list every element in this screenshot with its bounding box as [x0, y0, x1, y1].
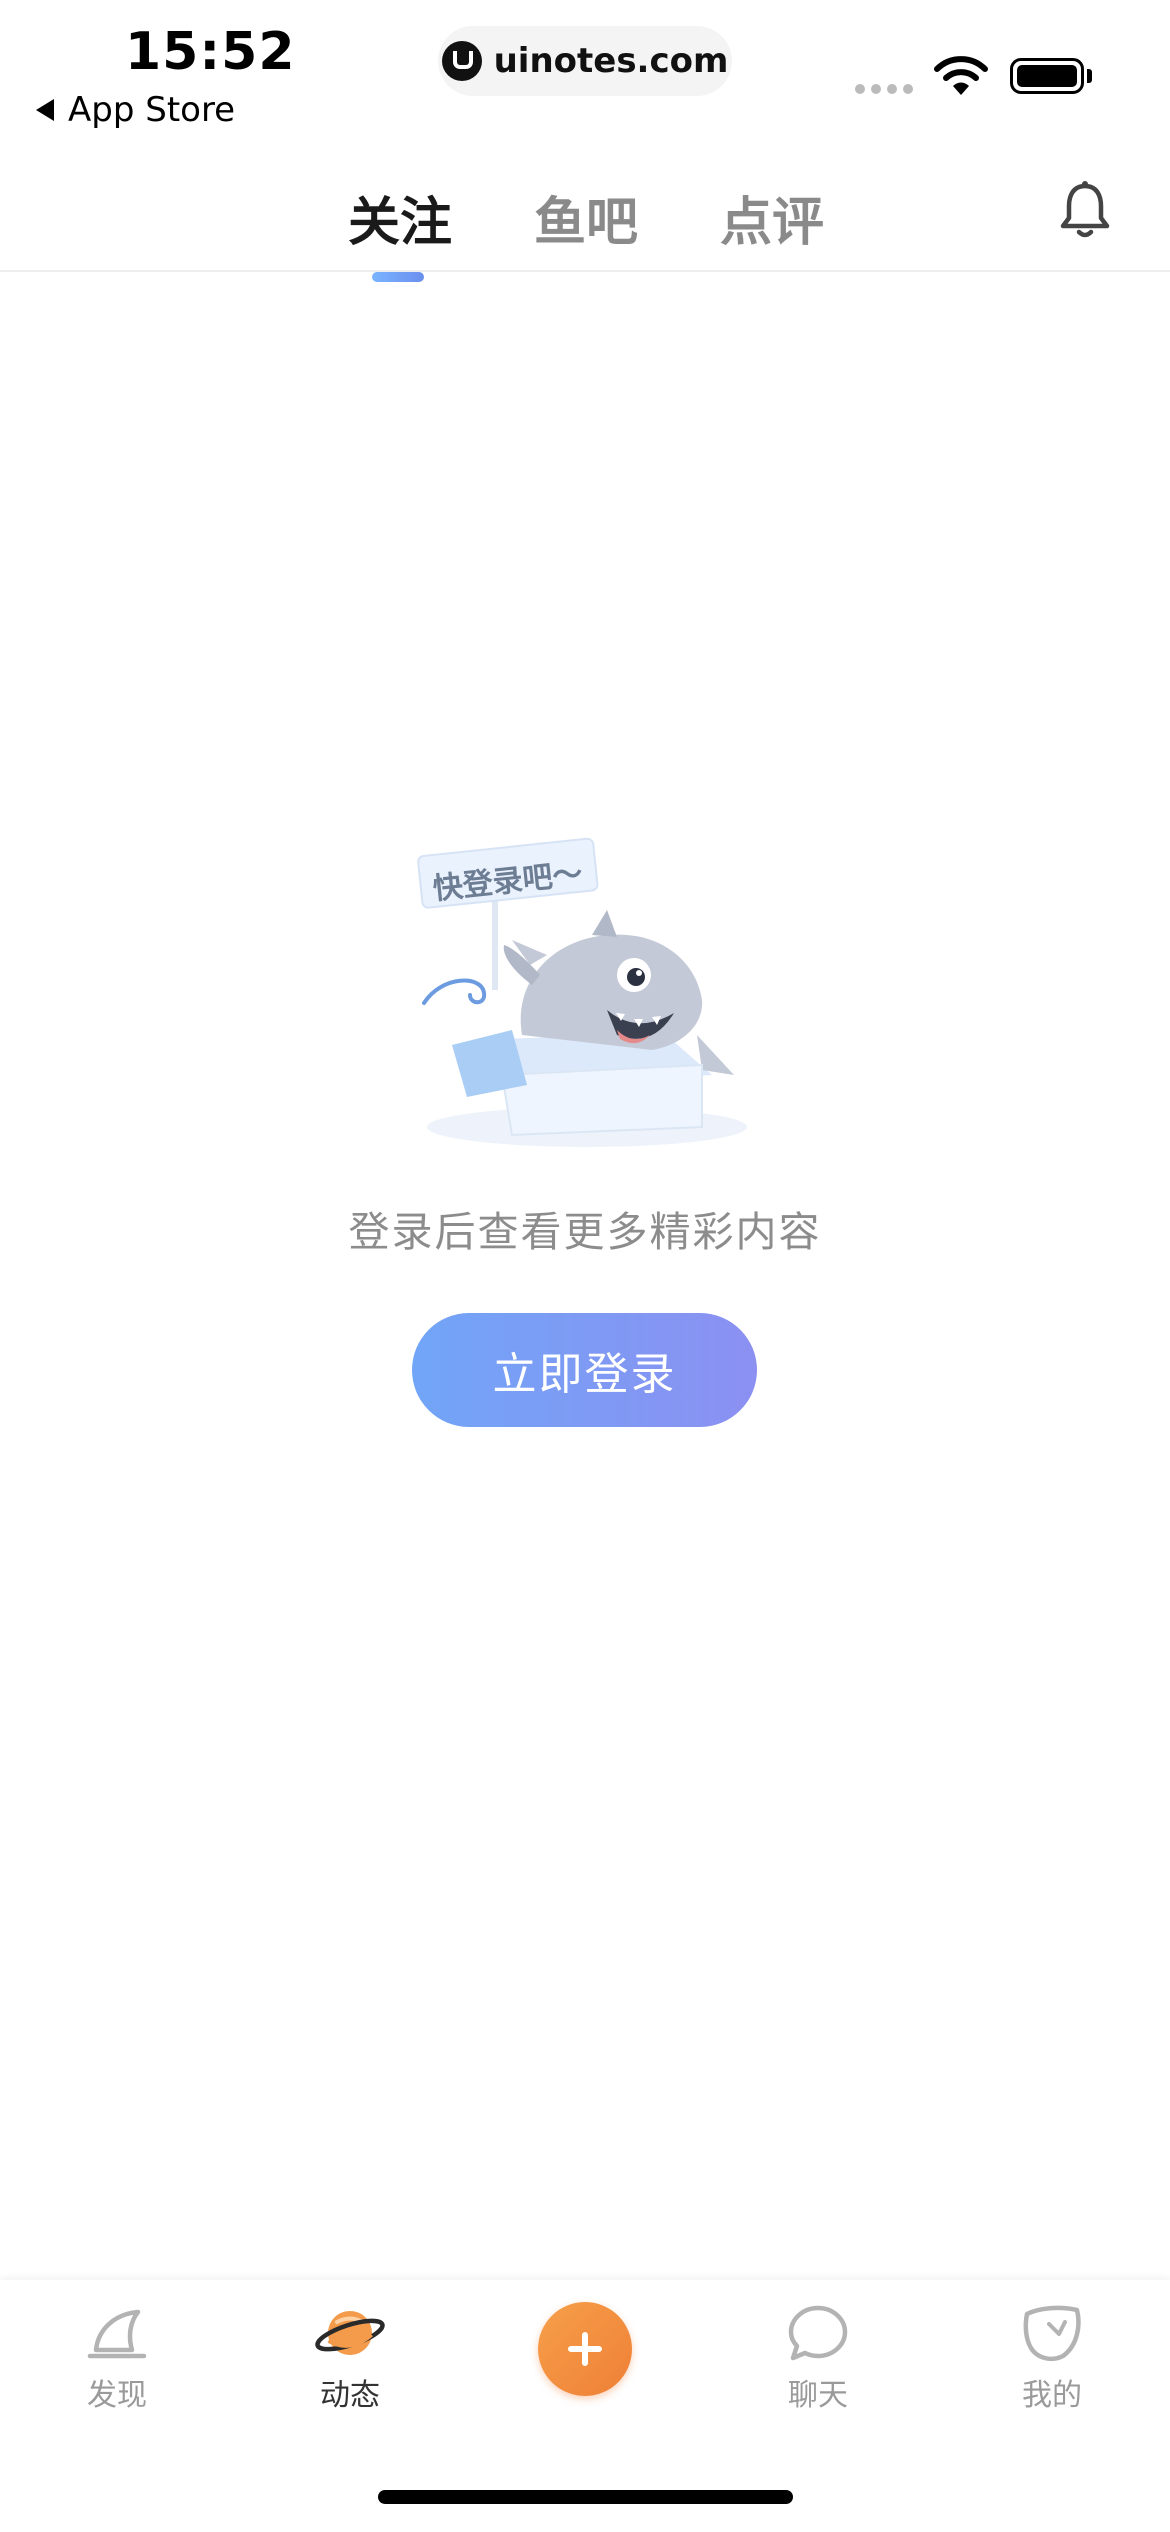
- profile-icon: [1023, 2305, 1081, 2361]
- nav-label: 动态: [320, 2378, 380, 2413]
- plus-icon: [568, 2332, 602, 2366]
- home-indicator[interactable]: [378, 2490, 793, 2504]
- create-post-button[interactable]: [538, 2302, 632, 2396]
- tab-follow[interactable]: 关注: [348, 180, 453, 282]
- battery-icon: [1010, 58, 1084, 94]
- status-time: 15:52: [125, 22, 296, 82]
- nav-item-feed[interactable]: 动态: [280, 2300, 420, 2414]
- tab-label: 关注: [348, 193, 453, 253]
- cellular-signal-icon: [855, 84, 913, 94]
- tab-label: 鱼吧: [534, 193, 639, 253]
- back-to-app-store[interactable]: App Store: [36, 90, 235, 130]
- tab-review[interactable]: 点评: [720, 180, 824, 255]
- login-prompt-text: 登录后查看更多精彩内容: [348, 1208, 822, 1256]
- top-tab-bar: 关注 鱼吧 点评: [0, 150, 1170, 282]
- url-text: uinotes.com: [493, 41, 729, 81]
- tab-label: 点评: [720, 193, 825, 253]
- back-arrow-icon: [36, 99, 54, 121]
- nav-label: 发现: [87, 2378, 147, 2413]
- active-tab-indicator: [372, 272, 424, 282]
- nav-item-discover[interactable]: 发现: [47, 2300, 187, 2414]
- back-label: App Store: [68, 90, 236, 130]
- nav-item-chat[interactable]: 聊天: [748, 2300, 888, 2414]
- wifi-icon: [934, 56, 988, 95]
- tab-fish-bar[interactable]: 鱼吧: [534, 180, 638, 255]
- notification-bell-icon[interactable]: [1058, 180, 1112, 240]
- discover-icon: [87, 2309, 147, 2359]
- shark-in-box-illustration: 快登录吧～: [417, 837, 747, 1147]
- url-pill[interactable]: uinotes.com: [438, 26, 732, 96]
- nav-label: 我的: [1022, 2378, 1082, 2413]
- login-now-button[interactable]: 立即登录: [412, 1313, 757, 1427]
- battery-tip: [1087, 69, 1092, 83]
- status-bar: 15:52 App Store uinotes.com: [0, 0, 1170, 150]
- planet-icon: [315, 2311, 385, 2355]
- chat-icon: [788, 2305, 848, 2361]
- nav-item-profile[interactable]: 我的: [982, 2300, 1122, 2414]
- nav-label: 聊天: [788, 2378, 848, 2413]
- site-logo-icon: [441, 41, 482, 81]
